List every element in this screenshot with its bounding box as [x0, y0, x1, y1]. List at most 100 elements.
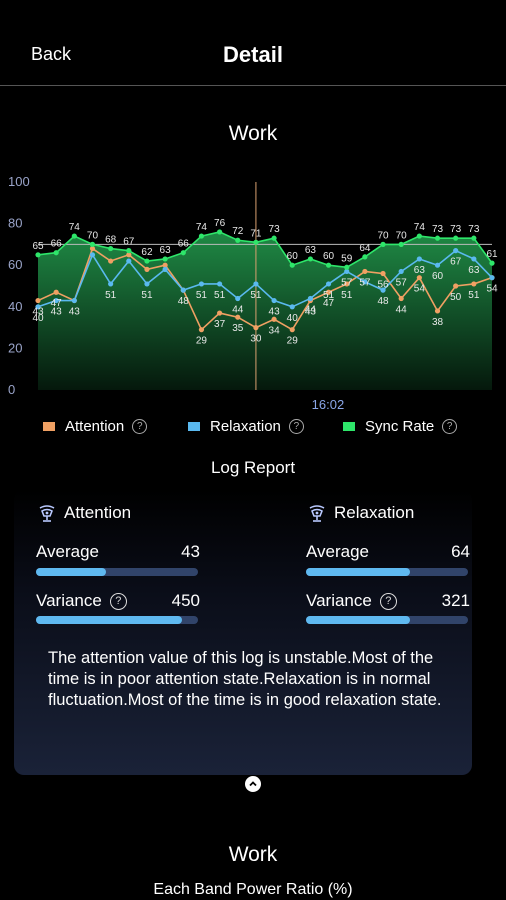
sync-rate-point	[307, 256, 313, 262]
attention-point	[362, 268, 368, 275]
relaxation-point	[144, 281, 150, 287]
data-label: 50	[450, 292, 462, 303]
data-label: 73	[468, 224, 480, 235]
relaxation-swatch	[188, 422, 200, 431]
data-label: 51	[250, 290, 262, 301]
help-icon[interactable]: ?	[132, 419, 148, 434]
attention-point	[453, 283, 459, 289]
legend-label-sync-rate: Sync Rate	[365, 418, 435, 435]
attention-point	[471, 281, 477, 287]
data-label: 57	[396, 277, 408, 288]
line-chart: 100 80 60 40 20 0 16:02 65 66 74 70 68 67 62 63 66 74 76 7…	[8, 174, 498, 412]
help-icon[interactable]: ?	[109, 592, 127, 610]
header-divider	[0, 85, 506, 86]
chart-section-title: Work	[228, 122, 278, 145]
y-tick-label: 40	[8, 299, 22, 314]
attention-average-bar-fill	[36, 568, 106, 576]
sync-rate-point	[434, 235, 441, 241]
sync-rate-point	[180, 250, 186, 256]
data-label: 62	[141, 247, 153, 258]
relaxation-point	[271, 297, 277, 304]
sync-rate-point	[71, 233, 77, 239]
relaxation-variance-label-wrap: Variance ?	[306, 591, 397, 611]
data-label: 68	[105, 235, 117, 246]
legend-item-sync-rate: Sync Rate ?	[343, 418, 458, 435]
legend-item-attention: Attention ?	[43, 418, 148, 435]
relaxation-point	[434, 262, 441, 268]
data-label: 65	[32, 241, 44, 252]
relaxation-point	[217, 281, 223, 287]
attention-average-label: Average	[36, 542, 100, 561]
data-label: 48	[178, 296, 190, 307]
sync-rate-point	[489, 260, 495, 266]
data-label: 70	[396, 230, 408, 241]
legend-label-attention: Attention	[65, 418, 125, 435]
y-tick-label: 60	[8, 257, 22, 272]
help-icon[interactable]: ?	[442, 419, 458, 434]
data-label: 44	[396, 304, 408, 315]
help-icon[interactable]: ?	[379, 592, 397, 610]
data-label: 73	[269, 224, 281, 235]
collapse-button[interactable]	[245, 776, 261, 792]
data-label: 63	[305, 245, 317, 256]
attention-point	[398, 295, 404, 302]
relaxation-average-bar-fill	[306, 568, 410, 576]
data-label: 43	[305, 307, 317, 318]
relaxation-point	[253, 281, 259, 287]
data-label: 57	[359, 277, 371, 288]
data-label: 56	[377, 280, 389, 291]
data-label: 43	[32, 307, 44, 318]
data-label: 63	[414, 265, 426, 276]
lamp-icon	[309, 505, 325, 522]
attention-point	[253, 325, 259, 331]
data-label: 74	[414, 222, 426, 233]
data-label: 29	[287, 336, 299, 347]
relaxation-point	[235, 295, 241, 302]
relaxation-point	[289, 304, 295, 310]
attention-point	[434, 308, 441, 314]
data-label: 70	[87, 230, 99, 241]
data-label: 72	[232, 226, 244, 237]
relaxation-average-value: 64	[451, 542, 470, 561]
data-label: 63	[160, 245, 172, 256]
relaxation-point	[162, 266, 168, 272]
sync-rate-point	[89, 241, 96, 247]
data-label: 67	[450, 257, 462, 268]
relaxation-heading: Relaxation	[306, 502, 414, 524]
relaxation-point	[489, 275, 495, 281]
sync-rate-point	[53, 250, 59, 256]
legend-item-relaxation: Relaxation ?	[188, 418, 304, 435]
sync-rate-point	[380, 241, 386, 247]
attention-swatch	[43, 422, 55, 431]
attention-point	[289, 327, 295, 333]
attention-point	[53, 289, 59, 295]
attention-point	[144, 266, 150, 272]
sync-rate-point	[162, 256, 168, 262]
band-section-title: Work	[228, 843, 278, 866]
sync-rate-point	[289, 262, 295, 268]
sync-rate-point	[35, 252, 41, 258]
data-label: 51	[341, 290, 353, 301]
relaxation-average-bar	[306, 568, 468, 576]
relaxation-point	[325, 281, 332, 287]
sync-rate-swatch	[343, 422, 355, 431]
data-label: 60	[432, 271, 444, 282]
sync-rate-point	[126, 248, 132, 254]
sync-rate-point	[235, 237, 241, 243]
help-icon[interactable]: ?	[288, 419, 304, 434]
y-tick-label: 20	[8, 340, 22, 355]
data-label: 35	[232, 323, 244, 334]
attention-average-value: 43	[181, 542, 200, 561]
log-report-card: Attention Average 43 Variance ? 450 Rela…	[14, 490, 472, 775]
relaxation-point	[198, 281, 205, 287]
data-label: 63	[468, 265, 480, 276]
attention-variance-bar	[36, 616, 198, 624]
data-label: 59	[341, 253, 353, 264]
data-label: 51	[196, 290, 208, 301]
sync-rate-point	[416, 233, 422, 239]
attention-point	[217, 310, 223, 316]
relaxation-point	[416, 256, 422, 262]
data-label: 43	[69, 307, 81, 318]
data-label: 67	[123, 237, 135, 248]
attention-variance-value: 450	[171, 591, 200, 610]
